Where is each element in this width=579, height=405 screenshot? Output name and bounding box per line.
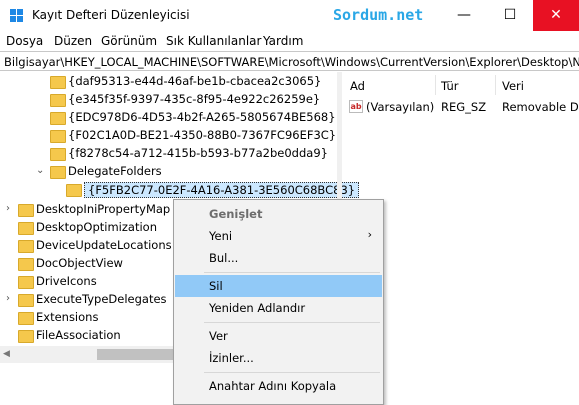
value-data: Removable Dr [502,100,579,114]
ctx-genislet-label: Genişlet [209,207,263,221]
tree-item[interactable]: {f8278c54-a712-415b-b593-b77a2be0dda9} [68,146,328,160]
watermark-text: Sordum.net [333,6,424,24]
close-button[interactable]: ✕ [533,0,579,31]
menu-yardim[interactable]: Yardım [263,34,303,48]
tree-item[interactable]: DesktopIniPropertyMap [36,202,170,216]
string-value-icon: ab [349,100,363,113]
menu-dosya[interactable]: Dosya [6,34,43,48]
scrollbar-thumb[interactable] [97,349,175,360]
ctx-yeniden-adlandir-label: Yeniden Adlandır [209,301,306,315]
folder-icon [18,276,34,289]
window-title: Kayıt Defteri Düzenleyicisi [32,8,190,22]
column-header-type[interactable]: Tür [441,79,458,93]
folder-icon [50,166,66,179]
folder-icon [18,330,34,343]
ctx-ver[interactable]: Ver [175,325,382,347]
regedit-app-icon [10,9,24,23]
folder-icon [18,222,34,235]
expand-arrow-icon[interactable]: › [6,203,10,214]
menu-sik-kullanilanlar[interactable]: Sık Kullanılanlar [166,34,261,48]
tree-item[interactable]: {EDC978D6-4D53-4b2f-A265-5805674BE568} [68,110,336,124]
scroll-left-icon[interactable]: ◀ [3,349,10,359]
tree-item[interactable]: DeviceUpdateLocations [36,238,172,252]
folder-icon [50,148,66,161]
tree-item[interactable]: DocObjectView [36,256,123,270]
column-divider[interactable] [435,75,436,95]
submenu-arrow-icon: › [367,228,372,241]
column-divider[interactable] [495,75,496,95]
tree-item[interactable]: {daf95313-e44d-46af-be1b-cbacea2c3065} [68,74,321,88]
ctx-anahtar-adini-kopyala-label: Anahtar Adını Kopyala [209,379,337,393]
ctx-genislet[interactable]: Genişlet [175,203,382,225]
folder-icon [50,130,66,143]
maximize-button[interactable]: ☐ [487,0,533,31]
ctx-izinler[interactable]: İzinler... [175,347,382,369]
value-type: REG_SZ [441,100,487,114]
menu-separator [204,322,380,323]
folder-icon [18,240,34,253]
tree-item[interactable]: DriveIcons [36,274,97,288]
folder-icon [18,258,34,271]
ctx-yeniden-adlandir[interactable]: Yeniden Adlandır [175,297,382,319]
tree-item[interactable]: FileAssociation [36,328,121,342]
tree-item[interactable]: Extensions [36,310,98,324]
address-path[interactable]: Bilgisayar\HKEY_LOCAL_MACHINE\SOFTWARE\M… [4,55,579,69]
tree-item[interactable]: DesktopOptimization [36,220,157,234]
ctx-bul-label: Bul... [209,251,239,265]
menu-gorunum[interactable]: Görünüm [101,34,157,48]
ctx-yeni[interactable]: Yeni › [175,225,382,247]
folder-icon [50,112,66,125]
tree-item-selected[interactable]: {F5FB2C77-0E2F-4A16-A381-3E560C68BC83} [84,182,360,198]
ctx-ver-label: Ver [209,329,228,343]
ctx-bul[interactable]: Bul... [175,247,382,269]
ctx-sil-label: Sil [209,279,223,293]
menu-separator [204,272,380,273]
tree-item[interactable]: {F02C1A0D-BE21-4350-88B0-7367FC96EF3C} [68,128,336,142]
folder-icon [18,312,34,325]
value-name[interactable]: (Varsayılan) [366,100,434,114]
ctx-anahtar-adini-kopyala[interactable]: Anahtar Adını Kopyala [175,375,382,397]
column-header-data[interactable]: Veri [502,79,524,93]
menu-separator [204,372,380,373]
folder-icon [18,294,34,307]
folder-icon [50,76,66,89]
tree-item[interactable]: {e345f35f-9397-435c-8f95-4e922c26259e} [68,92,320,106]
ctx-izinler-label: İzinler... [209,351,254,365]
ctx-sil[interactable]: Sil [175,275,382,297]
ctx-yeni-label: Yeni [209,229,233,243]
folder-icon [66,184,82,197]
tree-item[interactable]: DelegateFolders [68,164,162,178]
expanded-arrow-icon[interactable]: ⌄ [36,165,44,176]
folder-icon [50,94,66,107]
expand-arrow-icon[interactable]: › [6,293,10,304]
column-header-name[interactable]: Ad [350,79,365,93]
menu-duzen[interactable]: Düzen [54,34,92,48]
minimize-button[interactable]: — [441,0,487,31]
tree-item[interactable]: ExecuteTypeDelegates [36,292,167,306]
context-menu: Genişlet Yeni › Bul... Sil Yeniden Adlan… [173,199,384,405]
folder-icon [18,204,34,217]
